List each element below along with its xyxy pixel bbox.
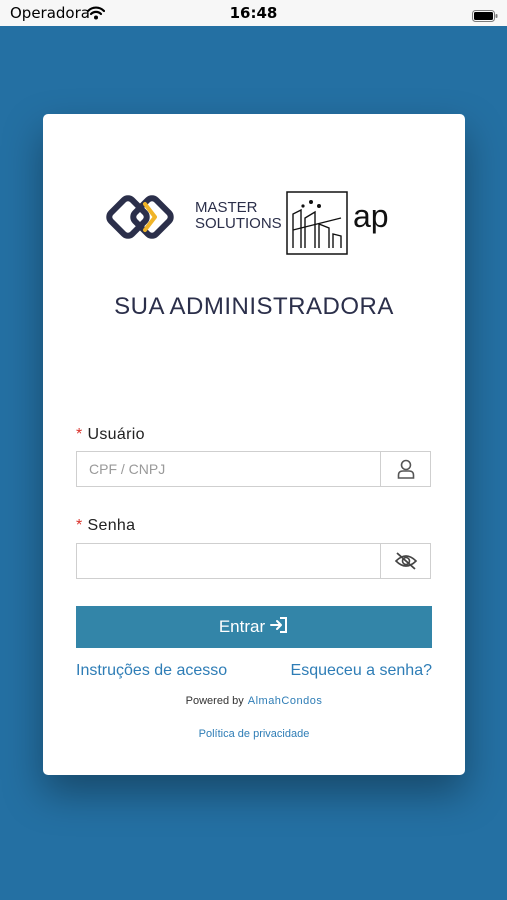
- powered-brand-link[interactable]: AlmahCondos: [248, 695, 323, 707]
- user-icon: [380, 452, 430, 486]
- battery-icon: [472, 7, 498, 22]
- login-button[interactable]: Entrar: [76, 606, 432, 648]
- password-input[interactable]: [77, 544, 382, 578]
- login-arrow-icon: [269, 616, 289, 639]
- forgot-password-link[interactable]: Esqueceu a senha?: [291, 662, 432, 680]
- username-input[interactable]: [77, 452, 382, 486]
- page-title: SUA ADMINISTRADORA: [114, 293, 394, 320]
- status-bar: Operadora 16:48: [0, 0, 507, 26]
- username-field-group: [76, 451, 431, 487]
- privacy-policy-link[interactable]: Política de privacidade: [43, 728, 465, 740]
- powered-by: Powered by AlmahCondos: [185, 695, 323, 707]
- username-label: * Usuário: [76, 426, 145, 443]
- required-marker: *: [76, 426, 83, 443]
- password-label: * Senha: [76, 517, 136, 534]
- access-instructions-link[interactable]: Instruções de acesso: [76, 662, 227, 680]
- required-marker: *: [76, 517, 83, 534]
- brand-logo: MASTER SOLUTIONS ap: [105, 188, 405, 258]
- password-field-group: [76, 543, 431, 579]
- brand-name: MASTER SOLUTIONS: [195, 199, 282, 232]
- login-card: MASTER SOLUTIONS ap SUA ADMINISTRADORA *…: [43, 114, 465, 775]
- login-button-label: Entrar: [218, 617, 266, 636]
- eye-off-icon[interactable]: [380, 544, 430, 578]
- brand-suffix: ap: [353, 198, 389, 234]
- status-time: 16:48: [229, 4, 278, 22]
